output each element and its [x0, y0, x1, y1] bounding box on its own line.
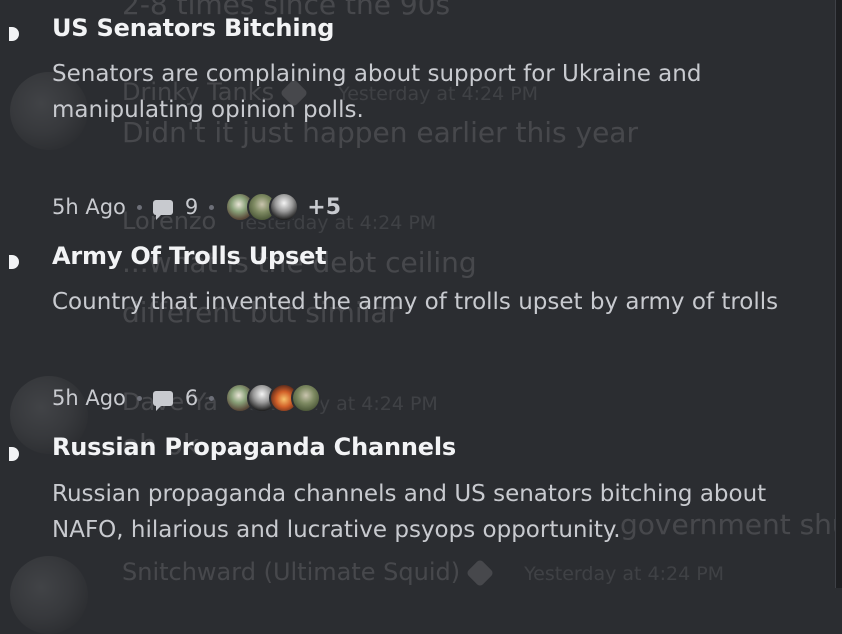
extra-participants-count: +5	[307, 194, 342, 220]
thread-description: Russian propaganda channels and US senat…	[52, 481, 767, 543]
chat-bubble-icon	[152, 390, 173, 411]
thread-item[interactable]: 5h Ago 6 Russian Propaganda Channels Rus…	[0, 371, 834, 561]
participant-avatars[interactable]	[225, 192, 300, 222]
scrollbar[interactable]	[836, 0, 842, 588]
thread-title: Army Of Trolls Upset	[52, 242, 327, 270]
thread-description: Country that invented the army of trolls…	[52, 289, 779, 315]
chat-bubble-icon	[152, 199, 173, 220]
reply-count: 6	[184, 386, 199, 410]
reply-count: 9	[184, 195, 199, 219]
avatar	[291, 383, 322, 413]
separator-dot	[209, 204, 215, 210]
thread-description: Senators are complaining about support f…	[52, 61, 702, 123]
participant-avatars[interactable]	[225, 383, 322, 413]
separator-dot	[209, 395, 215, 401]
thread-age: 5h Ago	[52, 195, 126, 219]
avatar	[269, 192, 300, 222]
badge-icon	[465, 558, 495, 588]
separator-dot	[136, 395, 142, 401]
thread-meta: 5h Ago 6	[52, 381, 322, 415]
thread-age: 5h Ago	[52, 386, 126, 410]
background-message-author: Snitchward (Ultimate Squid) Yesterday at …	[122, 558, 725, 588]
thread-title: US Senators Bitching	[52, 14, 335, 42]
thread-bullet-icon	[9, 255, 19, 269]
thread-meta: 5h Ago 9 +5	[52, 190, 341, 224]
thread-item[interactable]: 5h Ago 9 +5 Army Of Trolls Upset Country…	[0, 180, 834, 350]
thread-bullet-icon	[9, 27, 19, 41]
thread-bullet-icon	[9, 447, 19, 461]
separator-dot	[136, 204, 142, 210]
avatar	[10, 556, 88, 634]
thread-item[interactable]: US Senators Bitching Senators are compla…	[0, 0, 834, 150]
thread-title: Russian Propaganda Channels	[52, 433, 456, 461]
